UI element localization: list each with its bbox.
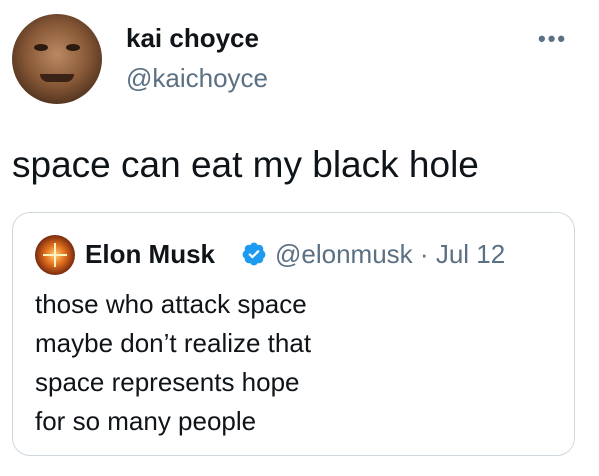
avatar-spark-v xyxy=(54,243,56,267)
avatar-mouth xyxy=(40,74,74,82)
quoted-author-name[interactable]: Elon Musk xyxy=(85,238,215,270)
avatar-eye-left xyxy=(34,44,48,51)
quoted-text-line: space represents hope xyxy=(35,367,300,397)
quoted-meta: @elonmusk · Jul 12 xyxy=(275,238,505,270)
quoted-author-avatar[interactable] xyxy=(35,235,75,275)
quoted-text-line: maybe don’t realize that xyxy=(35,328,312,358)
verified-badge-icon xyxy=(242,242,266,266)
quoted-tweet[interactable]: Elon Musk @elonmusk · Jul 12 those who a… xyxy=(12,212,575,456)
quoted-tweet-text: those who attack space maybe don’t reali… xyxy=(35,285,311,441)
author-name[interactable]: kai choyce xyxy=(126,22,259,54)
quoted-author-handle[interactable]: @elonmusk xyxy=(275,239,413,269)
author-handle[interactable]: @kaichoyce xyxy=(126,62,268,94)
tweet-text: space can eat my black hole xyxy=(12,144,479,185)
quoted-text-line: for so many people xyxy=(35,406,257,436)
quoted-text-line: those who attack space xyxy=(35,289,307,319)
avatar-eye-right xyxy=(66,44,80,51)
author-avatar[interactable] xyxy=(12,14,102,104)
quoted-date[interactable]: Jul 12 xyxy=(436,239,505,269)
more-options-icon[interactable]: ••• xyxy=(538,26,567,52)
meta-separator: · xyxy=(419,239,429,269)
